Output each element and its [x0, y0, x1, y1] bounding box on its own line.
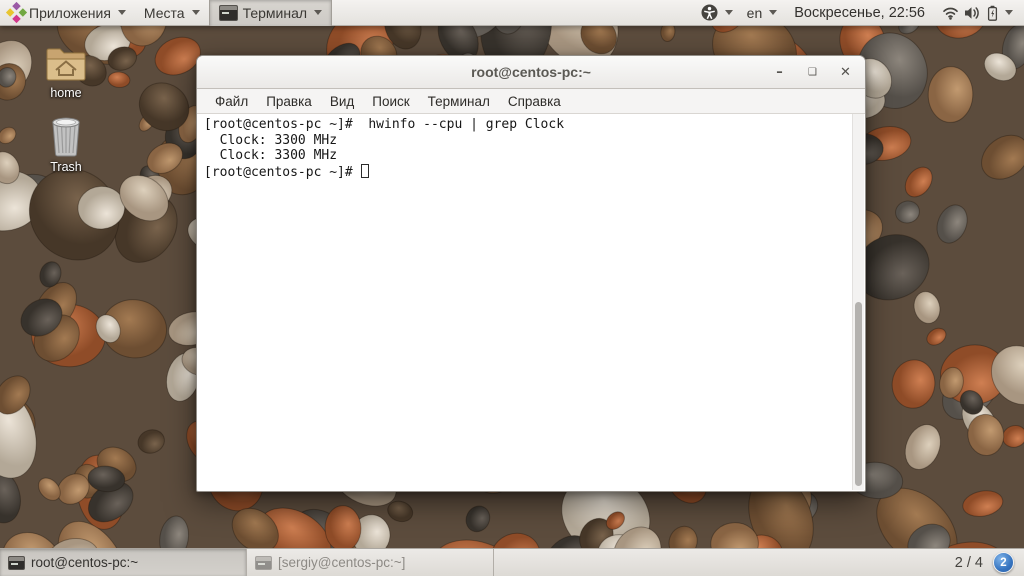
chevron-down-icon — [769, 10, 778, 15]
applications-menu[interactable]: Приложения — [0, 0, 135, 26]
keyboard-layout-label: en — [746, 4, 763, 21]
desktop-icon-home[interactable]: home — [24, 45, 108, 100]
top-panel: Приложения Места Терминал en Воскресенье… — [0, 0, 1024, 26]
taskbar-item-root-terminal[interactable]: root@centos-pc:~ — [0, 549, 247, 576]
battery-charging-icon — [987, 5, 998, 21]
terminal-screen[interactable]: [root@centos-pc ~]# hwinfo --cpu | grep … — [197, 114, 865, 491]
universal-access-icon — [701, 4, 718, 21]
terminal-prompt: [root@centos-pc ~]# — [204, 164, 361, 180]
menu-edit[interactable]: Правка — [257, 91, 321, 112]
terminal-cursor — [360, 163, 369, 178]
scrollbar-thumb[interactable] — [855, 302, 862, 487]
trash-can-icon — [52, 117, 80, 157]
chevron-down-icon — [1005, 10, 1013, 15]
keyboard-layout-menu[interactable]: en — [742, 0, 783, 26]
active-app-menu[interactable]: Терминал — [208, 0, 333, 26]
menu-bar: Файл Правка Вид Поиск Терминал Справка — [197, 89, 865, 114]
terminal-prompt-line: [root@centos-pc ~]# — [204, 163, 847, 181]
minimize-button[interactable]: – — [770, 63, 789, 82]
status-icons-menu[interactable] — [937, 0, 1018, 26]
terminal-line: Clock: 3300 MHz — [204, 148, 338, 164]
window-title: root@centos-pc:~ — [471, 64, 591, 80]
menu-terminal[interactable]: Терминал — [419, 91, 499, 112]
menu-help[interactable]: Справка — [499, 91, 570, 112]
volume-icon — [965, 6, 979, 19]
applications-menu-label: Приложения — [29, 4, 111, 21]
scrollbar[interactable] — [852, 114, 864, 490]
workspace-switcher[interactable]: 2 / 4 2 — [955, 549, 1024, 576]
workspace-indicator: 2 / 4 — [954, 554, 983, 571]
chevron-down-icon — [117, 10, 126, 15]
places-menu-label: Места — [143, 4, 185, 21]
bottom-panel: root@centos-pc:~ [sergiy@centos-pc:~] 2 … — [0, 548, 1024, 576]
system-tray: en Воскресенье, 22:56 — [696, 0, 1024, 26]
terminal-app-icon — [255, 555, 272, 570]
places-menu[interactable]: Места — [135, 0, 209, 26]
chevron-down-icon — [191, 10, 200, 15]
clock[interactable]: Воскресенье, 22:56 — [786, 5, 933, 21]
maximize-button[interactable]: ❑ — [803, 63, 822, 82]
active-app-menu-label: Терминал — [242, 4, 308, 21]
menu-file[interactable]: Файл — [206, 91, 257, 112]
terminal-app-icon — [218, 4, 238, 21]
taskbar-item-label: [sergiy@centos-pc:~] — [278, 555, 406, 570]
titlebar[interactable]: root@centos-pc:~ – ❑ ✕ — [197, 56, 865, 89]
desktop-icon-trash[interactable]: Trash — [24, 115, 108, 174]
terminal-line: Clock: 3300 MHz — [204, 132, 338, 148]
menu-search[interactable]: Поиск — [363, 91, 418, 112]
accessibility-menu[interactable] — [696, 0, 738, 26]
chevron-down-icon — [724, 10, 733, 15]
terminal-window: root@centos-pc:~ – ❑ ✕ Файл Правка Вид П… — [196, 55, 866, 492]
workspace-badge[interactable]: 2 — [993, 552, 1014, 573]
home-folder-icon — [46, 48, 86, 81]
menu-view[interactable]: Вид — [321, 91, 363, 112]
chevron-down-icon — [314, 10, 323, 15]
desktop-icon-label: Trash — [50, 160, 82, 174]
taskbar-item-label: root@centos-pc:~ — [31, 555, 139, 570]
terminal-app-icon — [8, 555, 25, 570]
wifi-icon — [943, 7, 958, 20]
distro-logo-icon — [5, 1, 28, 24]
close-button[interactable]: ✕ — [836, 63, 855, 82]
taskbar-item-sergiy-terminal[interactable]: [sergiy@centos-pc:~] — [247, 549, 494, 576]
terminal-line: [root@centos-pc ~]# hwinfo --cpu | grep … — [204, 117, 565, 132]
desktop-icon-label: home — [50, 86, 82, 100]
